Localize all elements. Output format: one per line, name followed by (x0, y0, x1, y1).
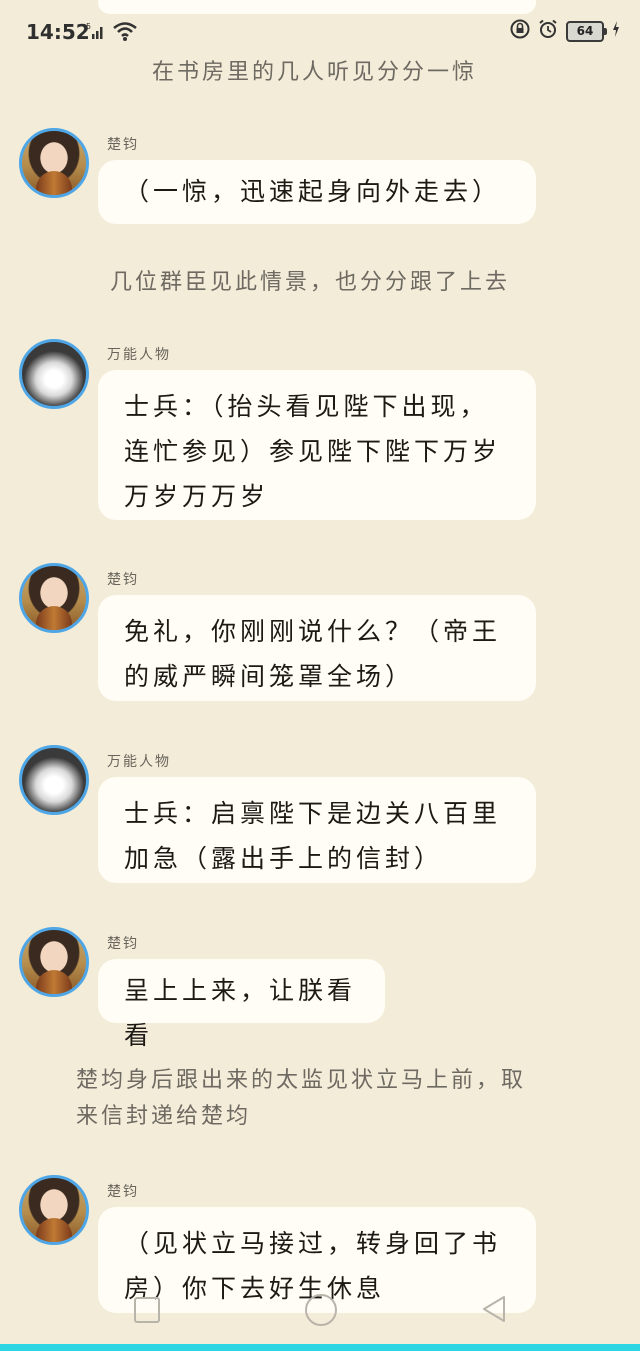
narration-text: 在书房里的几人听见分分一惊 (152, 60, 478, 85)
battery-icon: 64 (566, 20, 607, 42)
bottom-accent-strip (0, 1344, 640, 1351)
message-line: 免礼，你刚刚说什么？（帝王 (124, 617, 502, 646)
message-line: 的威严瞬间笼罩全场） (124, 662, 415, 691)
sender-name: 万能人物 (107, 754, 171, 770)
message-bubble[interactable]: 士兵：（抬头看见陛下出现， 连忙参见）参见陛下陛下万岁 万岁万万岁 (98, 370, 536, 520)
message-bubble[interactable]: 免礼，你刚刚说什么？（帝王 的威严瞬间笼罩全场） (98, 595, 536, 701)
navigation-bar (0, 1280, 640, 1351)
narration-text: 楚均身后跟出来的太监见状立马上前，取 来信封递给楚均 (76, 1063, 576, 1135)
status-time: 14:52 (26, 20, 90, 44)
home-button[interactable] (305, 1294, 337, 1326)
narration-line: 楚均身后跟出来的太监见状立马上前，取 (76, 1068, 527, 1093)
avatar[interactable] (19, 927, 89, 997)
narration-line: 来信封递给楚均 (76, 1104, 252, 1129)
recent-apps-button[interactable] (134, 1297, 160, 1323)
alarm-icon (538, 19, 558, 43)
message-line: 万岁万万岁 (124, 482, 270, 511)
sender-name: 楚钧 (107, 137, 139, 153)
sender-name: 万能人物 (107, 347, 171, 363)
message-bubble[interactable]: 士兵：启禀陛下是边关八百里 加急（露出手上的信封） (98, 777, 536, 883)
svg-text:5: 5 (86, 22, 91, 31)
message-bubble[interactable]: 呈上上来，让朕看看 (98, 959, 385, 1050)
avatar[interactable] (19, 563, 89, 633)
message-line: （见状立马接过，转身回了书 (124, 1229, 502, 1258)
back-button[interactable] (480, 1294, 510, 1328)
sender-name: 楚钧 (107, 572, 139, 588)
avatar[interactable] (19, 745, 89, 815)
avatar[interactable] (19, 339, 89, 409)
wifi-icon (112, 20, 138, 46)
narration-text: 几位群臣见此情景，也分分跟了上去 (110, 270, 511, 295)
sender-name: 楚钧 (107, 936, 139, 952)
message-line: 加急（露出手上的信封） (124, 844, 444, 873)
message-line: 呈上上来，让朕看看 (124, 976, 357, 1050)
message-bubble[interactable]: （一惊，迅速起身向外走去） (98, 160, 536, 224)
message-line: （一惊，迅速起身向外走去） (124, 177, 502, 206)
message-line: 士兵：启禀陛下是边关八百里 (124, 799, 502, 828)
sender-name: 楚钧 (107, 1184, 139, 1200)
signal-icon: 5 (86, 22, 106, 44)
message-line: 连忙参见）参见陛下陛下万岁 (124, 437, 502, 466)
avatar[interactable] (19, 128, 89, 198)
message-line: 士兵：（抬头看见陛下出现， (124, 392, 489, 421)
avatar[interactable] (19, 1175, 89, 1245)
previous-bubble-fragment (98, 0, 536, 14)
lock-icon (510, 19, 530, 43)
charging-icon (612, 21, 620, 41)
